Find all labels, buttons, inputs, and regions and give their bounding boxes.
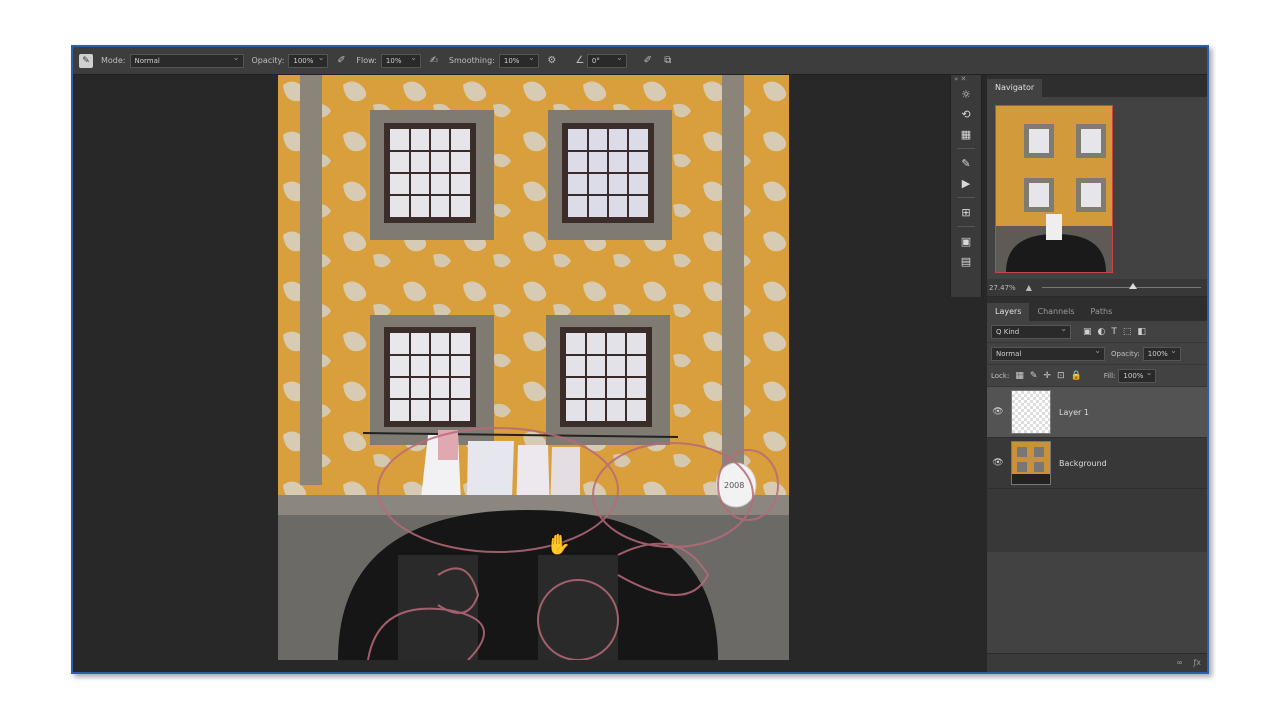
lock-artboard-icon[interactable]: ⊡ — [1057, 371, 1065, 381]
layer-row-layer-1[interactable]: 👁 Layer 1 — [987, 387, 1207, 438]
strip-collapse-icon[interactable]: » ✕ — [951, 75, 981, 84]
layer-name[interactable]: Background — [1059, 459, 1107, 468]
pressure-opacity-icon[interactable]: ✐ — [334, 54, 348, 68]
document-workspace[interactable]: 2008 ✋ — [73, 75, 949, 672]
layer-filter-select[interactable]: Q Kind — [991, 323, 1071, 339]
hand-cursor-icon: ✋ — [546, 532, 571, 556]
flow-label: Flow: — [356, 56, 377, 65]
canvas-artwork: 2008 — [278, 75, 789, 660]
layer-thumbnail — [1011, 390, 1051, 434]
layer-opacity-label: Opacity: — [1111, 349, 1140, 358]
filter-pixel-icon[interactable]: ▣ — [1083, 327, 1092, 337]
notes-icon[interactable]: ▤ — [951, 251, 981, 271]
layer-name[interactable]: Layer 1 — [1059, 408, 1089, 417]
smoothing-options-icon[interactable]: ⚙ — [545, 54, 559, 68]
layers-controls: Q Kind ▣ ◐ T ⬚ ◧ Normal Opacity: 100% Lo… — [987, 321, 1207, 387]
angle-field[interactable]: 0° — [586, 52, 627, 68]
symmetry-icon[interactable]: ⧉ — [661, 54, 675, 68]
mode-select[interactable]: Normal — [129, 52, 244, 68]
lock-transparent-icon[interactable]: ▦ — [1015, 371, 1024, 381]
fill-field[interactable]: 100% — [1118, 367, 1157, 383]
document-canvas[interactable]: 2008 ✋ — [278, 75, 789, 660]
lock-move-icon[interactable]: ✛ — [1043, 371, 1051, 381]
brush-tool-icon[interactable]: ✎ — [79, 53, 93, 68]
adjustments-icon[interactable]: ☼ — [951, 84, 981, 104]
brush-settings-icon[interactable]: ✎ — [951, 153, 981, 173]
opacity-label: Opacity: — [251, 56, 285, 65]
play-action-icon[interactable]: ▶ — [951, 173, 981, 193]
lock-all-icon[interactable]: 🔒 — [1070, 371, 1081, 381]
fx-icon[interactable]: ƒx — [1193, 658, 1201, 667]
panel-icon-strip: » ✕ ☼ ⟲ ▦ ✎ ▶ ⊞ ▣ ▤ — [950, 75, 982, 297]
filter-shape-icon[interactable]: ⬚ — [1123, 327, 1132, 337]
tab-layers[interactable]: Layers — [987, 303, 1030, 321]
navigator-zoom-row: 27.47% ▲ — [987, 279, 1207, 297]
tab-channels[interactable]: Channels — [1029, 303, 1082, 321]
zoom-out-icon[interactable]: ▲ — [1026, 283, 1032, 292]
airbrush-icon[interactable]: ✍ — [427, 54, 441, 68]
mode-label: Mode: — [101, 56, 126, 65]
libraries-icon[interactable]: ▣ — [951, 231, 981, 251]
opacity-field[interactable]: 100% — [288, 52, 329, 68]
angle-icon: ∠ — [575, 55, 585, 66]
layers-footer: ∞ ƒx — [987, 653, 1207, 672]
tab-navigator[interactable]: Navigator — [987, 79, 1043, 97]
sign-text: 2008 — [724, 481, 744, 490]
eye-icon[interactable]: 👁 — [987, 458, 1009, 468]
navigator-tabs: Navigator — [987, 75, 1207, 97]
layers-tabs: Layers Channels Paths — [987, 297, 1207, 321]
navigator-thumbnail[interactable] — [995, 105, 1113, 273]
tab-paths[interactable]: Paths — [1083, 303, 1121, 321]
lock-brush-icon[interactable]: ✎ — [1030, 371, 1038, 381]
history-icon[interactable]: ⟲ — [951, 104, 981, 124]
smoothing-label: Smoothing: — [448, 56, 495, 65]
layer-thumbnail — [1011, 441, 1051, 485]
properties-icon[interactable]: ⊞ — [951, 202, 981, 222]
fill-label: Fill: — [1103, 371, 1116, 380]
flow-field[interactable]: 10% — [380, 52, 421, 68]
layer-row-background[interactable]: 👁 Background — [987, 438, 1207, 489]
link-layers-icon[interactable]: ∞ — [1176, 658, 1183, 667]
filter-smart-icon[interactable]: ◧ — [1137, 327, 1146, 337]
pressure-size-icon[interactable]: ✐ — [641, 54, 655, 68]
swatches-icon[interactable]: ▦ — [951, 124, 981, 144]
smoothing-field[interactable]: 10% — [498, 52, 539, 68]
navigator-panel[interactable] — [987, 97, 1207, 279]
navigator-thumbnail-art — [996, 106, 1112, 272]
eye-icon[interactable]: 👁 — [987, 407, 1009, 417]
layer-opacity-field[interactable]: 100% — [1142, 345, 1181, 361]
photoshop-window: ✎ Mode: Normal Opacity: 100% ✐ Flow: 10%… — [71, 45, 1209, 674]
zoom-slider-handle[interactable] — [1129, 283, 1138, 289]
right-panels: Navigator 27.47% ▲ Layers Channels Paths… — [987, 75, 1207, 672]
zoom-slider[interactable] — [1041, 283, 1201, 289]
lock-label: Lock: — [991, 371, 1010, 380]
layers-empty-area — [987, 552, 1207, 654]
filter-adjustment-icon[interactable]: ◐ — [1098, 327, 1106, 337]
zoom-value[interactable]: 27.47% — [989, 284, 1016, 292]
options-bar: ✎ Mode: Normal Opacity: 100% ✐ Flow: 10%… — [73, 47, 1207, 75]
filter-type-icon[interactable]: T — [1111, 327, 1117, 337]
blend-mode-select[interactable]: Normal — [991, 345, 1105, 361]
